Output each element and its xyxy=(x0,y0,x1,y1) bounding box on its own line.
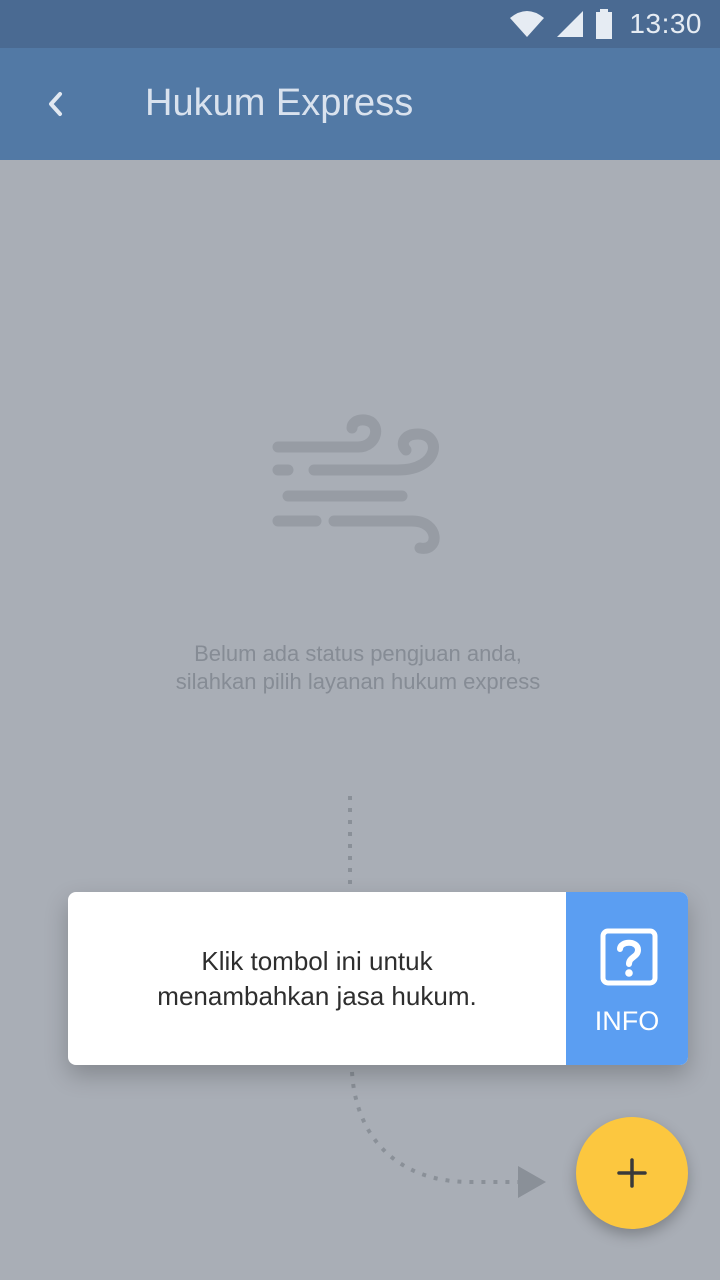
status-time: 13:30 xyxy=(629,8,702,39)
info-label: INFO xyxy=(594,1006,660,1036)
tooltip-line-1: Klik tombol ini untuk xyxy=(201,945,433,976)
page-title: Hukum Express xyxy=(145,82,414,124)
guide-dotted-curve xyxy=(350,1071,520,1184)
app-bar: Hukum Express xyxy=(0,48,720,160)
wifi-icon xyxy=(510,11,545,37)
info-button[interactable]: INFO xyxy=(566,892,688,1065)
plus-icon xyxy=(617,1158,647,1188)
status-bar: 13:30 xyxy=(0,0,720,48)
guide-arrowhead xyxy=(518,1166,546,1198)
battery-icon xyxy=(596,9,613,39)
tooltip-message: Klik tombol ini untuk menambahkan jasa h… xyxy=(68,892,566,1065)
tooltip-line-2: menambahkan jasa hukum. xyxy=(157,980,477,1011)
add-button[interactable] xyxy=(576,1117,688,1229)
empty-state-line-2: silahkan pilih layanan hukum express xyxy=(175,669,541,694)
signal-icon xyxy=(557,11,584,37)
back-button[interactable] xyxy=(36,84,76,124)
empty-state-message: Belum ada status pengjuan anda, silahkan… xyxy=(0,640,716,696)
wind-icon xyxy=(272,414,440,554)
status-icons: 13:30 xyxy=(509,0,702,48)
tooltip-card: Klik tombol ini untuk menambahkan jasa h… xyxy=(68,892,688,1065)
empty-state-line-1: Belum ada status pengjuan anda, xyxy=(194,641,522,666)
question-box-icon xyxy=(600,928,658,986)
chevron-left-icon xyxy=(49,92,62,116)
